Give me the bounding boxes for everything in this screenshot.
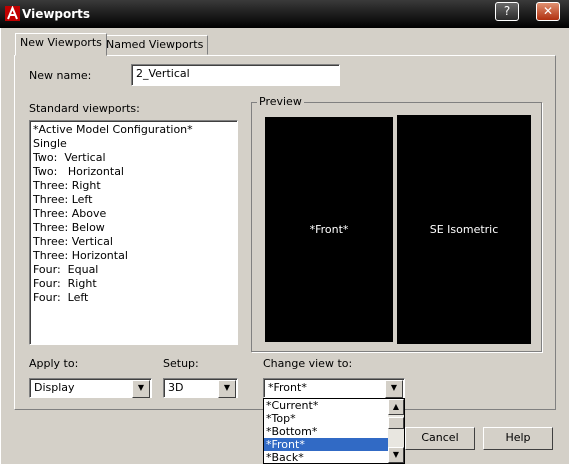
list-item[interactable]: *Active Model Configuration* [33, 123, 234, 137]
chevron-down-icon[interactable]: ▼ [218, 380, 236, 398]
list-item[interactable]: Single [33, 137, 234, 151]
dropdown-option[interactable]: *Bottom* [264, 425, 404, 438]
title-bar: Viewports ? ✕ [0, 0, 569, 28]
list-item[interactable]: Three: Horizontal [33, 249, 234, 263]
dropdown-option[interactable]: *Current* [264, 399, 404, 412]
preview-front-viewport[interactable]: *Front* [263, 115, 395, 344]
chevron-down-icon[interactable]: ▼ [385, 380, 403, 398]
preview-label: Preview [257, 95, 304, 108]
scroll-up-icon[interactable]: ▲ [388, 399, 404, 415]
standard-viewports-list[interactable]: *Active Model Configuration* Single Two:… [29, 120, 238, 345]
list-item[interactable]: Two: Vertical [33, 151, 234, 165]
setup-value: 3D [168, 381, 184, 394]
dropdown-option[interactable]: *Back* [264, 451, 404, 464]
list-item[interactable]: Four: Left [33, 291, 234, 305]
apply-to-value: Display [34, 381, 75, 394]
cancel-button[interactable]: Cancel [405, 427, 475, 450]
scroll-thumb[interactable] [388, 417, 404, 429]
setup-select[interactable]: 3D ▼ [163, 378, 238, 398]
change-view-value: *Front* [268, 381, 307, 394]
chevron-down-icon[interactable]: ▼ [132, 380, 150, 398]
change-view-dropdown[interactable]: *Current* *Top* *Bottom* *Front* *Back* … [263, 398, 405, 464]
list-item[interactable]: Three: Right [33, 179, 234, 193]
dropdown-option[interactable]: *Top* [264, 412, 404, 425]
list-item[interactable]: Three: Left [33, 193, 234, 207]
help-title-button[interactable]: ? [495, 2, 519, 21]
standard-viewports-label: Standard viewports: [29, 102, 140, 115]
tab-new-viewports[interactable]: New Viewports [15, 33, 107, 56]
list-item[interactable]: Four: Equal [33, 263, 234, 277]
window-title: Viewports [22, 7, 91, 21]
help-button[interactable]: Help [483, 427, 553, 450]
dropdown-scrollbar[interactable]: ▲ ▼ [388, 399, 404, 463]
tab-named-viewports[interactable]: Named Viewports [101, 35, 209, 55]
change-view-label: Change view to: [263, 357, 353, 370]
change-view-select[interactable]: *Front* ▼ [263, 378, 405, 398]
list-item[interactable]: Four: Right [33, 277, 234, 291]
setup-label: Setup: [163, 357, 199, 370]
new-name-input[interactable]: 2_Vertical [131, 64, 340, 86]
list-item[interactable]: Two: Horizontal [33, 165, 234, 179]
close-button[interactable]: ✕ [536, 2, 560, 21]
preview-se-isometric-viewport[interactable]: SE Isometric [397, 115, 531, 344]
list-item[interactable]: Three: Above [33, 207, 234, 221]
apply-to-select[interactable]: Display ▼ [29, 378, 152, 398]
dropdown-option-selected[interactable]: *Front* [264, 438, 388, 451]
list-item[interactable]: Three: Below [33, 221, 234, 235]
apply-to-label: Apply to: [29, 357, 79, 370]
list-item[interactable]: Three: Vertical [33, 235, 234, 249]
scroll-down-icon[interactable]: ▼ [388, 447, 404, 463]
new-name-label: New name: [29, 69, 92, 82]
autocad-app-icon [5, 6, 20, 21]
